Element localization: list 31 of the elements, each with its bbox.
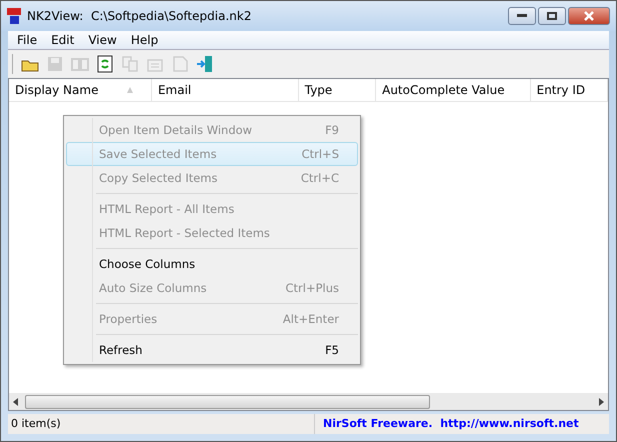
maximize-icon [547,12,557,20]
status-item-count: 0 item(s) [8,414,315,434]
copy-icon [121,55,139,73]
menu-item[interactable]: Refresh F5 [66,338,358,362]
menu-item[interactable]: Edit [44,33,82,47]
column-header[interactable]: Type [298,79,376,101]
scroll-left-arrow-icon[interactable] [13,398,19,406]
window-title: NK2View: C:\Softpedia\Softepdia.nk2 [27,9,252,23]
column-header[interactable]: AutoComplete Value [376,79,531,101]
menu-item[interactable]: View [81,33,124,47]
column-header[interactable]: Entry ID [530,79,608,101]
exit-door-icon [196,55,214,73]
menu-item[interactable]: Help [124,33,166,47]
scroll-right-arrow-icon[interactable] [598,398,604,406]
menu-item[interactable]: File [10,33,44,47]
sort-arrow-icon [126,86,134,94]
menu-item[interactable]: Choose Columns [66,252,358,276]
minimize-icon [517,14,527,18]
minimize-button[interactable] [508,7,536,25]
close-icon [583,11,595,21]
document-icon [171,55,189,73]
column-header[interactable]: Email [152,79,299,101]
refresh-icon [96,55,114,73]
scroll-thumb[interactable] [25,394,430,408]
column-header[interactable]: Display Name [9,79,152,101]
close-button[interactable] [568,7,610,25]
app-logo-icon [7,8,21,24]
book-icon [71,55,89,73]
website-link[interactable]: NirSoft Freeware. http://www.nirsoft.net [315,414,587,434]
horizontal-scrollbar[interactable] [9,393,608,410]
maximize-button[interactable] [538,7,566,25]
